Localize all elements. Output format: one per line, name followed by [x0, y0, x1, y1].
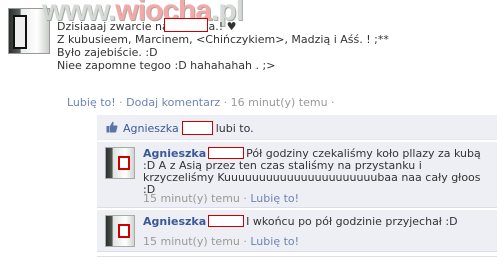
redacted-commenter-surname — [208, 215, 245, 227]
redacted-author-name — [164, 18, 208, 32]
post-timestamp[interactable]: 16 minut(y) temu · — [231, 96, 335, 109]
commenter-avatar[interactable] — [105, 147, 135, 179]
comment-item: Agnieszka I wkońcu po pół godzinie przyje… — [97, 210, 497, 252]
comment-meta: 15 minut(y) temu · Lubię to! — [143, 192, 299, 205]
post-line-3: Było zajebiście. :D — [57, 46, 158, 59]
comment-like-link[interactable]: Lubię to! — [250, 192, 299, 205]
post-line-4: Niee zapomne tegoo :D hahahahah . ;> — [57, 59, 276, 72]
like-post-link[interactable]: Lubię to! — [67, 96, 116, 109]
thumbs-up-icon — [106, 121, 118, 133]
add-comment-link[interactable]: Dodaj komentarz — [126, 96, 220, 109]
separator: · — [220, 96, 231, 109]
comment-timestamp[interactable]: 15 minut(y) temu · — [143, 235, 247, 248]
comment-body: Agnieszka Pół godziny czekaliśmy koło pll… — [143, 147, 491, 196]
commenter-avatar[interactable] — [105, 215, 135, 247]
post-line-1: Dzisiaaaj zwarcie na maksaa.! ♥ — [57, 20, 237, 33]
redacted-commenter-surname — [208, 147, 245, 159]
comment-like-link[interactable]: Lubię to! — [250, 235, 299, 248]
comment-timestamp[interactable]: 15 minut(y) temu · — [143, 192, 247, 205]
comment-item: Agnieszka Pół godziny czekaliśmy koło pll… — [97, 142, 497, 208]
comment-text: I wkońcu po pół godzinie przyjechał :D — [246, 215, 458, 228]
redacted-avatar-box — [118, 156, 130, 170]
likes-row: Agnieszka lubi to. — [97, 115, 497, 140]
separator: · — [115, 96, 127, 109]
post-actions: Lubię to! · Dodaj komentarz · 16 minut(y… — [67, 96, 335, 109]
redacted-liker-surname — [181, 121, 213, 135]
post-message: Dzisiaaaj zwarcie na maksaa.! ♥ Z kubusi… — [57, 18, 487, 72]
post-line-2: Z kubusieem, Marcinem, <Chińczykiem>, Ma… — [57, 33, 389, 46]
avatar-photo-window — [13, 15, 27, 49]
comment-meta: 15 minut(y) temu · Lubię to! — [143, 235, 299, 248]
comment-body: Agnieszka I wkońcu po pół godzinie przyje… — [143, 215, 491, 228]
redacted-avatar-box — [118, 224, 130, 238]
likes-suffix: lubi to. — [215, 122, 254, 135]
liker-name[interactable]: Agnieszka — [123, 122, 179, 135]
comment-author[interactable]: Agnieszka — [143, 215, 206, 228]
divider — [97, 256, 497, 257]
